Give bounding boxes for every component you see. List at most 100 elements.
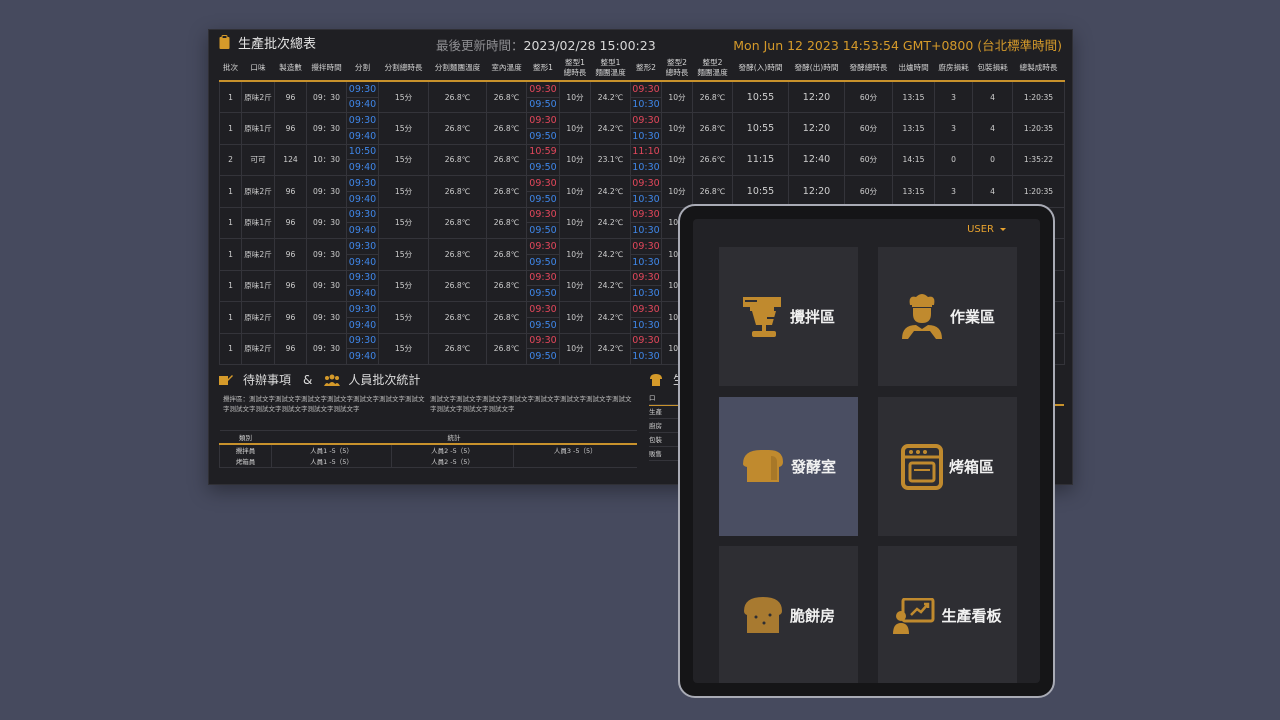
time-value: 09:30 [631, 176, 661, 192]
todo-note-left: 攪拌區：測試文字測試文字測試文字測試文字測試文字測試文字測試文字測試文字測試文字… [223, 395, 425, 413]
table-cell-qty: 96 [274, 206, 307, 239]
time-value: 09:50 [529, 319, 557, 331]
table-cell-qty: 96 [274, 301, 307, 334]
column-header: 整形2 [630, 56, 662, 82]
table-cell-k-loss: 3 [934, 80, 973, 113]
time-value: 09:40 [348, 193, 377, 205]
stats-cell: 人員2 -5（5） [391, 455, 514, 468]
table-cell-s1-dur: 10分 [559, 112, 591, 145]
time-value: 09:50 [529, 256, 557, 268]
stats-header-row: 類別 統計 [219, 430, 637, 445]
table-cell-qty: 96 [274, 238, 307, 271]
time-value: 09:30 [347, 271, 378, 287]
table-cell-f-out: 12:20 [788, 80, 845, 113]
presentation-board-icon [893, 597, 935, 634]
table-cell-p-loss: 4 [972, 112, 1013, 145]
table-cell-room: 26.8℃ [486, 143, 527, 176]
table-cell-time-pair: 09:30 10:30 [630, 301, 662, 334]
column-header: 包裝損耗 [972, 56, 1013, 82]
table-cell-mix: 09：30 [306, 206, 347, 239]
table-cell-s1-dur: 10分 [559, 238, 591, 271]
table-cell-cut-dur: 15分 [378, 301, 429, 334]
table-cell-time-pair: 09:30 09:40 [346, 112, 379, 145]
mixer-icon [742, 296, 781, 337]
tile-proofing-room[interactable]: 發酵室 [719, 397, 858, 536]
table-cell-time-pair: 09:30 10:30 [630, 112, 662, 145]
table-cell-cut-temp: 26.8℃ [428, 332, 487, 365]
tile-production-board[interactable]: 生產看板 [878, 546, 1017, 683]
table-cell-s1-dur: 10分 [559, 301, 591, 334]
table-cell-qty: 96 [274, 269, 307, 302]
todo-section-title: 待辦事項 & 人員批次統計 [219, 371, 420, 388]
summary-item: 廚房 [649, 419, 679, 433]
time-value: 09:50 [529, 162, 557, 174]
table-cell-time-pair: 09:30 10:30 [630, 269, 662, 302]
column-header: 發酵總時長 [844, 56, 893, 82]
table-cell-s2-dur: 10分 [661, 143, 693, 176]
tile-label-mixing: 攪拌區 [789, 308, 835, 326]
tile-cracker-room[interactable]: 脆餅房 [719, 546, 858, 683]
table-cell-batch: 2 [219, 143, 242, 176]
column-header: 分割麵團溫度 [428, 56, 487, 82]
tile-work-area[interactable]: 作業區 [878, 247, 1017, 386]
clipboard-icon [219, 35, 230, 49]
time-value: 09:30 [527, 302, 559, 318]
table-cell-f-in: 10:55 [732, 175, 789, 208]
table-cell-room: 26.8℃ [486, 206, 527, 239]
user-label: USER [967, 224, 994, 235]
table-cell-s2-temp: 26.8℃ [692, 112, 733, 145]
column-header: 分割 [346, 56, 379, 82]
table-cell-cut-dur: 15分 [378, 238, 429, 271]
time-value: 09:50 [529, 288, 557, 300]
tile-mixing[interactable]: 攪拌區 [719, 247, 858, 386]
people-group-icon [324, 374, 341, 386]
table-cell-batch: 1 [219, 112, 242, 145]
tile-oven-area[interactable]: 烤箱區 [878, 397, 1017, 536]
table-cell-time-pair: 09:30 09:50 [526, 269, 560, 302]
table-row[interactable]: 1 原味2斤 96 09：30 09:30 09:40 15分 26.8℃ 26.8℃ 09:30… [219, 80, 1065, 113]
table-cell-k-loss: 3 [934, 112, 973, 145]
time-value: 09:40 [348, 225, 377, 237]
table-cell-qty: 96 [274, 112, 307, 145]
table-cell-qty: 96 [274, 175, 307, 208]
table-cell-cut-temp: 26.8℃ [428, 175, 487, 208]
table-cell-time-pair: 09:30 09:50 [526, 301, 560, 334]
current-time: Mon Jun 12 2023 14:53:54 GMT+0800 (台北標準時… [733, 38, 1062, 53]
time-value: 09:30 [527, 271, 559, 287]
column-header: 分割總時長 [378, 56, 429, 82]
ampersand: & [303, 372, 313, 387]
table-row[interactable]: 1 原味1斤 96 09：30 09:30 09:40 15分 26.8℃ 26.8℃ 09:30… [219, 112, 1065, 145]
table-cell-s2-dur: 10分 [661, 80, 693, 113]
table-cell-s2-temp: 26.8℃ [692, 80, 733, 113]
column-header: 整型1 麵團溫度 [590, 56, 631, 82]
table-cell-mix: 09：30 [306, 238, 347, 271]
table-cell-s1-dur: 10分 [559, 175, 591, 208]
table-cell-time-pair: 09:30 09:50 [526, 80, 560, 113]
column-header: 攪拌時間 [306, 56, 347, 82]
tile-label-production-board: 生產看板 [941, 607, 1002, 625]
table-cell-k-loss: 3 [934, 175, 973, 208]
table-cell-time-pair: 09:30 09:40 [346, 238, 379, 271]
column-header: 整型1 總時長 [559, 56, 591, 82]
table-cell-cut-dur: 15分 [378, 80, 429, 113]
table-cell-room: 26.8℃ [486, 112, 527, 145]
table-cell-total: 1:20:35 [1012, 112, 1065, 145]
table-cell-cut-temp: 26.8℃ [428, 143, 487, 176]
todo-title: 待辦事項 [243, 373, 292, 387]
table-cell-batch: 1 [219, 332, 242, 365]
table-cell-cut-dur: 15分 [378, 206, 429, 239]
table-row[interactable]: 1 原味2斤 96 09：30 09:30 09:40 15分 26.8℃ 26.8℃ 09:30… [219, 175, 1065, 208]
column-header: 出爐時間 [892, 56, 935, 82]
time-value: 09:50 [529, 225, 557, 237]
table-cell-cut-temp: 26.8℃ [428, 80, 487, 113]
table-cell-time-pair: 09:30 09:50 [526, 238, 560, 271]
stats-header-count: 統計 [271, 430, 637, 445]
table-cell-out: 13:15 [892, 112, 935, 145]
time-value: 10:30 [632, 319, 660, 331]
summary-item: 包裝 [649, 433, 679, 447]
user-menu[interactable]: USER [967, 224, 1006, 235]
table-row[interactable]: 2 可可 124 10：30 10:50 09:40 15分 26.8℃ 26.8℃ 10:59 0… [219, 143, 1065, 176]
table-cell-f-out: 12:40 [788, 143, 845, 176]
table-cell-cut-temp: 26.8℃ [428, 206, 487, 239]
tile-label-work-area: 作業區 [949, 308, 995, 326]
